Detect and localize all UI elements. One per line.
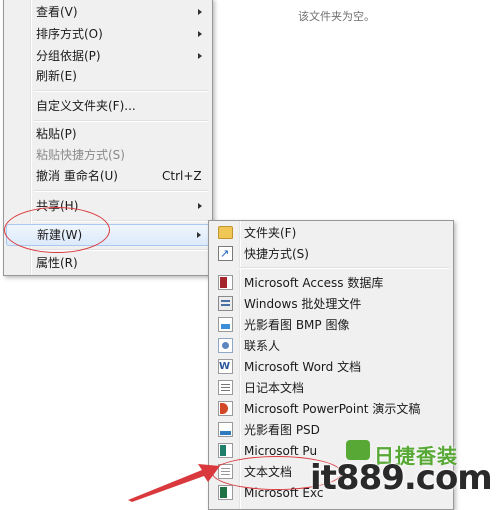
bmp-image-icon [218, 317, 233, 332]
menu-item-sort-by[interactable]: 排序方式(O) [6, 23, 210, 45]
contact-icon [218, 338, 233, 353]
submenu-item-label: 联系人 [244, 339, 281, 353]
menu-item-label: 撤消 重命名(U) [36, 169, 118, 183]
submenu-item-access-database[interactable]: Microsoft Access 数据库 [211, 272, 451, 294]
menu-item-paste[interactable]: 粘贴(P) [6, 123, 210, 145]
menu-item-undo-rename[interactable]: 撤消 重命名(U) Ctrl+Z [6, 165, 210, 187]
menu-item-new[interactable]: 新建(W) [6, 224, 210, 246]
submenu-item-batch-file[interactable]: Windows 批处理文件 [211, 293, 451, 315]
menu-separator [34, 190, 208, 192]
menu-separator [34, 120, 208, 122]
folder-icon [218, 226, 233, 239]
menu-separator [34, 249, 208, 251]
submenu-item-label: Windows 批处理文件 [244, 297, 362, 311]
menu-item-view[interactable]: 查看(V) [6, 1, 210, 23]
submenu-item-label: 日记本文档 [244, 381, 305, 395]
watermark-domain: it889.com [310, 458, 493, 498]
journal-icon [218, 380, 233, 395]
submenu-item-label: 快捷方式(S) [244, 247, 309, 261]
menu-item-label: 刷新(E) [36, 69, 77, 83]
submenu-item-word-document[interactable]: Microsoft Word 文档 [211, 356, 451, 378]
chevron-right-icon [198, 31, 202, 37]
submenu-item-label: Microsoft PowerPoint 演示文稿 [244, 402, 421, 416]
watermark-logo-icon [346, 440, 370, 460]
menu-item-label: 查看(V) [36, 5, 78, 19]
watermark: 日捷香装 it889.com [306, 438, 500, 498]
psd-image-icon [218, 422, 233, 437]
menu-item-label: 粘贴(P) [36, 127, 77, 141]
submenu-item-contact[interactable]: 联系人 [211, 335, 451, 357]
menu-item-label: 属性(R) [36, 256, 78, 270]
menu-item-label: 共享(H) [36, 199, 79, 213]
submenu-item-label: Microsoft Word 文档 [244, 360, 362, 374]
menu-separator [239, 267, 449, 269]
submenu-item-label: 文件夹(F) [244, 226, 297, 240]
excel-icon [218, 485, 233, 500]
submenu-item-bmp-image[interactable]: 光影看图 BMP 图像 [211, 314, 451, 336]
batch-file-icon [218, 296, 233, 311]
powerpoint-icon [218, 401, 233, 416]
shortcut-icon [218, 243, 233, 265]
empty-folder-message: 该文件夹为空。 [298, 10, 375, 23]
menu-separator [34, 220, 208, 222]
submenu-item-label: 文本文档 [244, 465, 293, 479]
menu-item-label: 自定义文件夹(F)... [36, 99, 136, 113]
text-document-icon [218, 464, 233, 479]
submenu-item-label: Microsoft Access 数据库 [244, 276, 384, 290]
access-icon [218, 275, 233, 290]
menu-item-refresh[interactable]: 刷新(E) [6, 65, 210, 87]
submenu-item-shortcut[interactable]: 快捷方式(S) [211, 243, 451, 265]
submenu-item-powerpoint[interactable]: Microsoft PowerPoint 演示文稿 [211, 398, 451, 420]
menu-item-paste-shortcut: 粘贴快捷方式(S) [6, 144, 210, 166]
menu-item-share[interactable]: 共享(H) [6, 195, 210, 217]
submenu-item-journal-document[interactable]: 日记本文档 [211, 377, 451, 399]
menu-item-label: 粘贴快捷方式(S) [36, 148, 125, 162]
menu-item-label: 新建(W) [37, 228, 83, 242]
menu-separator [34, 90, 208, 92]
annotation-arrow-icon [128, 464, 220, 502]
chevron-right-icon [198, 53, 202, 59]
menu-item-label: 分组依据(P) [36, 49, 101, 63]
publisher-icon [218, 443, 233, 458]
chevron-right-icon [197, 232, 201, 238]
submenu-item-folder[interactable]: 文件夹(F) [211, 222, 451, 244]
chevron-right-icon [198, 9, 202, 15]
menu-item-group-by[interactable]: 分组依据(P) [6, 45, 210, 67]
menu-item-label: 排序方式(O) [36, 27, 103, 41]
menu-item-shortcut: Ctrl+Z [162, 169, 202, 183]
context-menu: 查看(V) 排序方式(O) 分组依据(P) 刷新(E) 自定义文件夹(F)...… [3, 0, 213, 276]
chevron-right-icon [198, 203, 202, 209]
menu-item-properties[interactable]: 属性(R) [6, 252, 210, 274]
menu-item-customize-folder[interactable]: 自定义文件夹(F)... [6, 95, 210, 117]
submenu-item-label: 光影看图 BMP 图像 [244, 318, 350, 332]
word-icon [218, 356, 233, 378]
